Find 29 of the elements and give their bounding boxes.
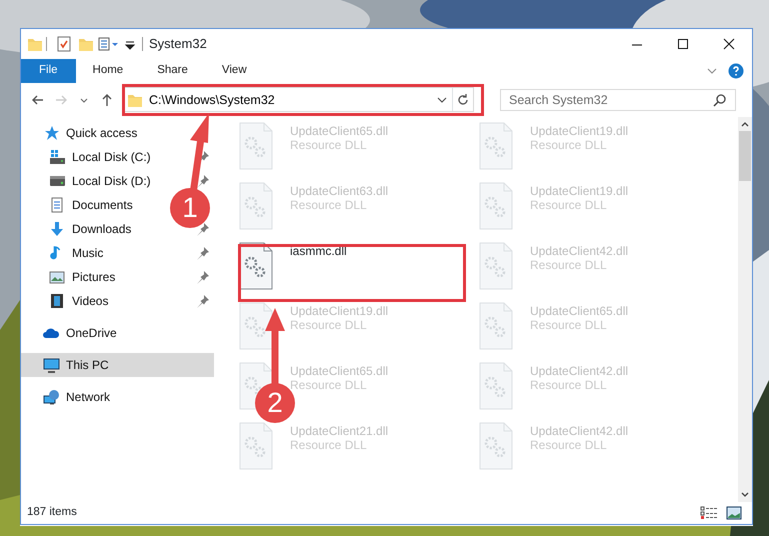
nav-item[interactable]: Local Disk (C:) bbox=[21, 144, 214, 169]
ribbon-tab[interactable]: View bbox=[204, 59, 264, 83]
file-name: UpdateClient21.dll bbox=[290, 424, 388, 438]
nav-item[interactable]: Videos bbox=[21, 288, 214, 313]
nav-item[interactable]: Network bbox=[21, 384, 214, 409]
window-title: System32 bbox=[149, 35, 207, 54]
nav-item[interactable]: Quick access bbox=[21, 120, 214, 145]
address-bar[interactable]: C:\Windows\System32 bbox=[122, 87, 474, 112]
file-name: UpdateClient65.dll bbox=[290, 124, 388, 138]
file-name: UpdateClient19.dll bbox=[530, 184, 628, 198]
nav-item[interactable]: Pictures bbox=[21, 264, 214, 289]
search-box[interactable]: Search System32 bbox=[500, 88, 736, 111]
file-name: UpdateClient19.dll bbox=[530, 124, 628, 138]
ribbon-tab[interactable]: Share bbox=[140, 59, 205, 83]
file-name: UpdateClient19.dll bbox=[290, 304, 388, 318]
ribbon-tab[interactable]: Home bbox=[76, 59, 140, 83]
nav-item[interactable]: Music bbox=[21, 240, 214, 265]
file-name: UpdateClient65.dll bbox=[530, 304, 628, 318]
file-name: iasmmc.dll bbox=[290, 244, 347, 258]
file-name: UpdateClient63.dll bbox=[290, 184, 388, 198]
address-field[interactable]: C:\Windows\System32 bbox=[147, 90, 436, 110]
item-count: 187 items bbox=[27, 505, 77, 520]
nav-item[interactable]: OneDrive bbox=[21, 320, 214, 345]
file-name: UpdateClient42.dll bbox=[530, 364, 628, 378]
ribbon-tab[interactable]: File bbox=[21, 59, 76, 83]
file-name: UpdateClient42.dll bbox=[530, 244, 628, 258]
file-name: UpdateClient65.dll bbox=[290, 364, 388, 378]
file-name: UpdateClient42.dll bbox=[530, 424, 628, 438]
nav-item[interactable]: This PC bbox=[21, 352, 214, 377]
